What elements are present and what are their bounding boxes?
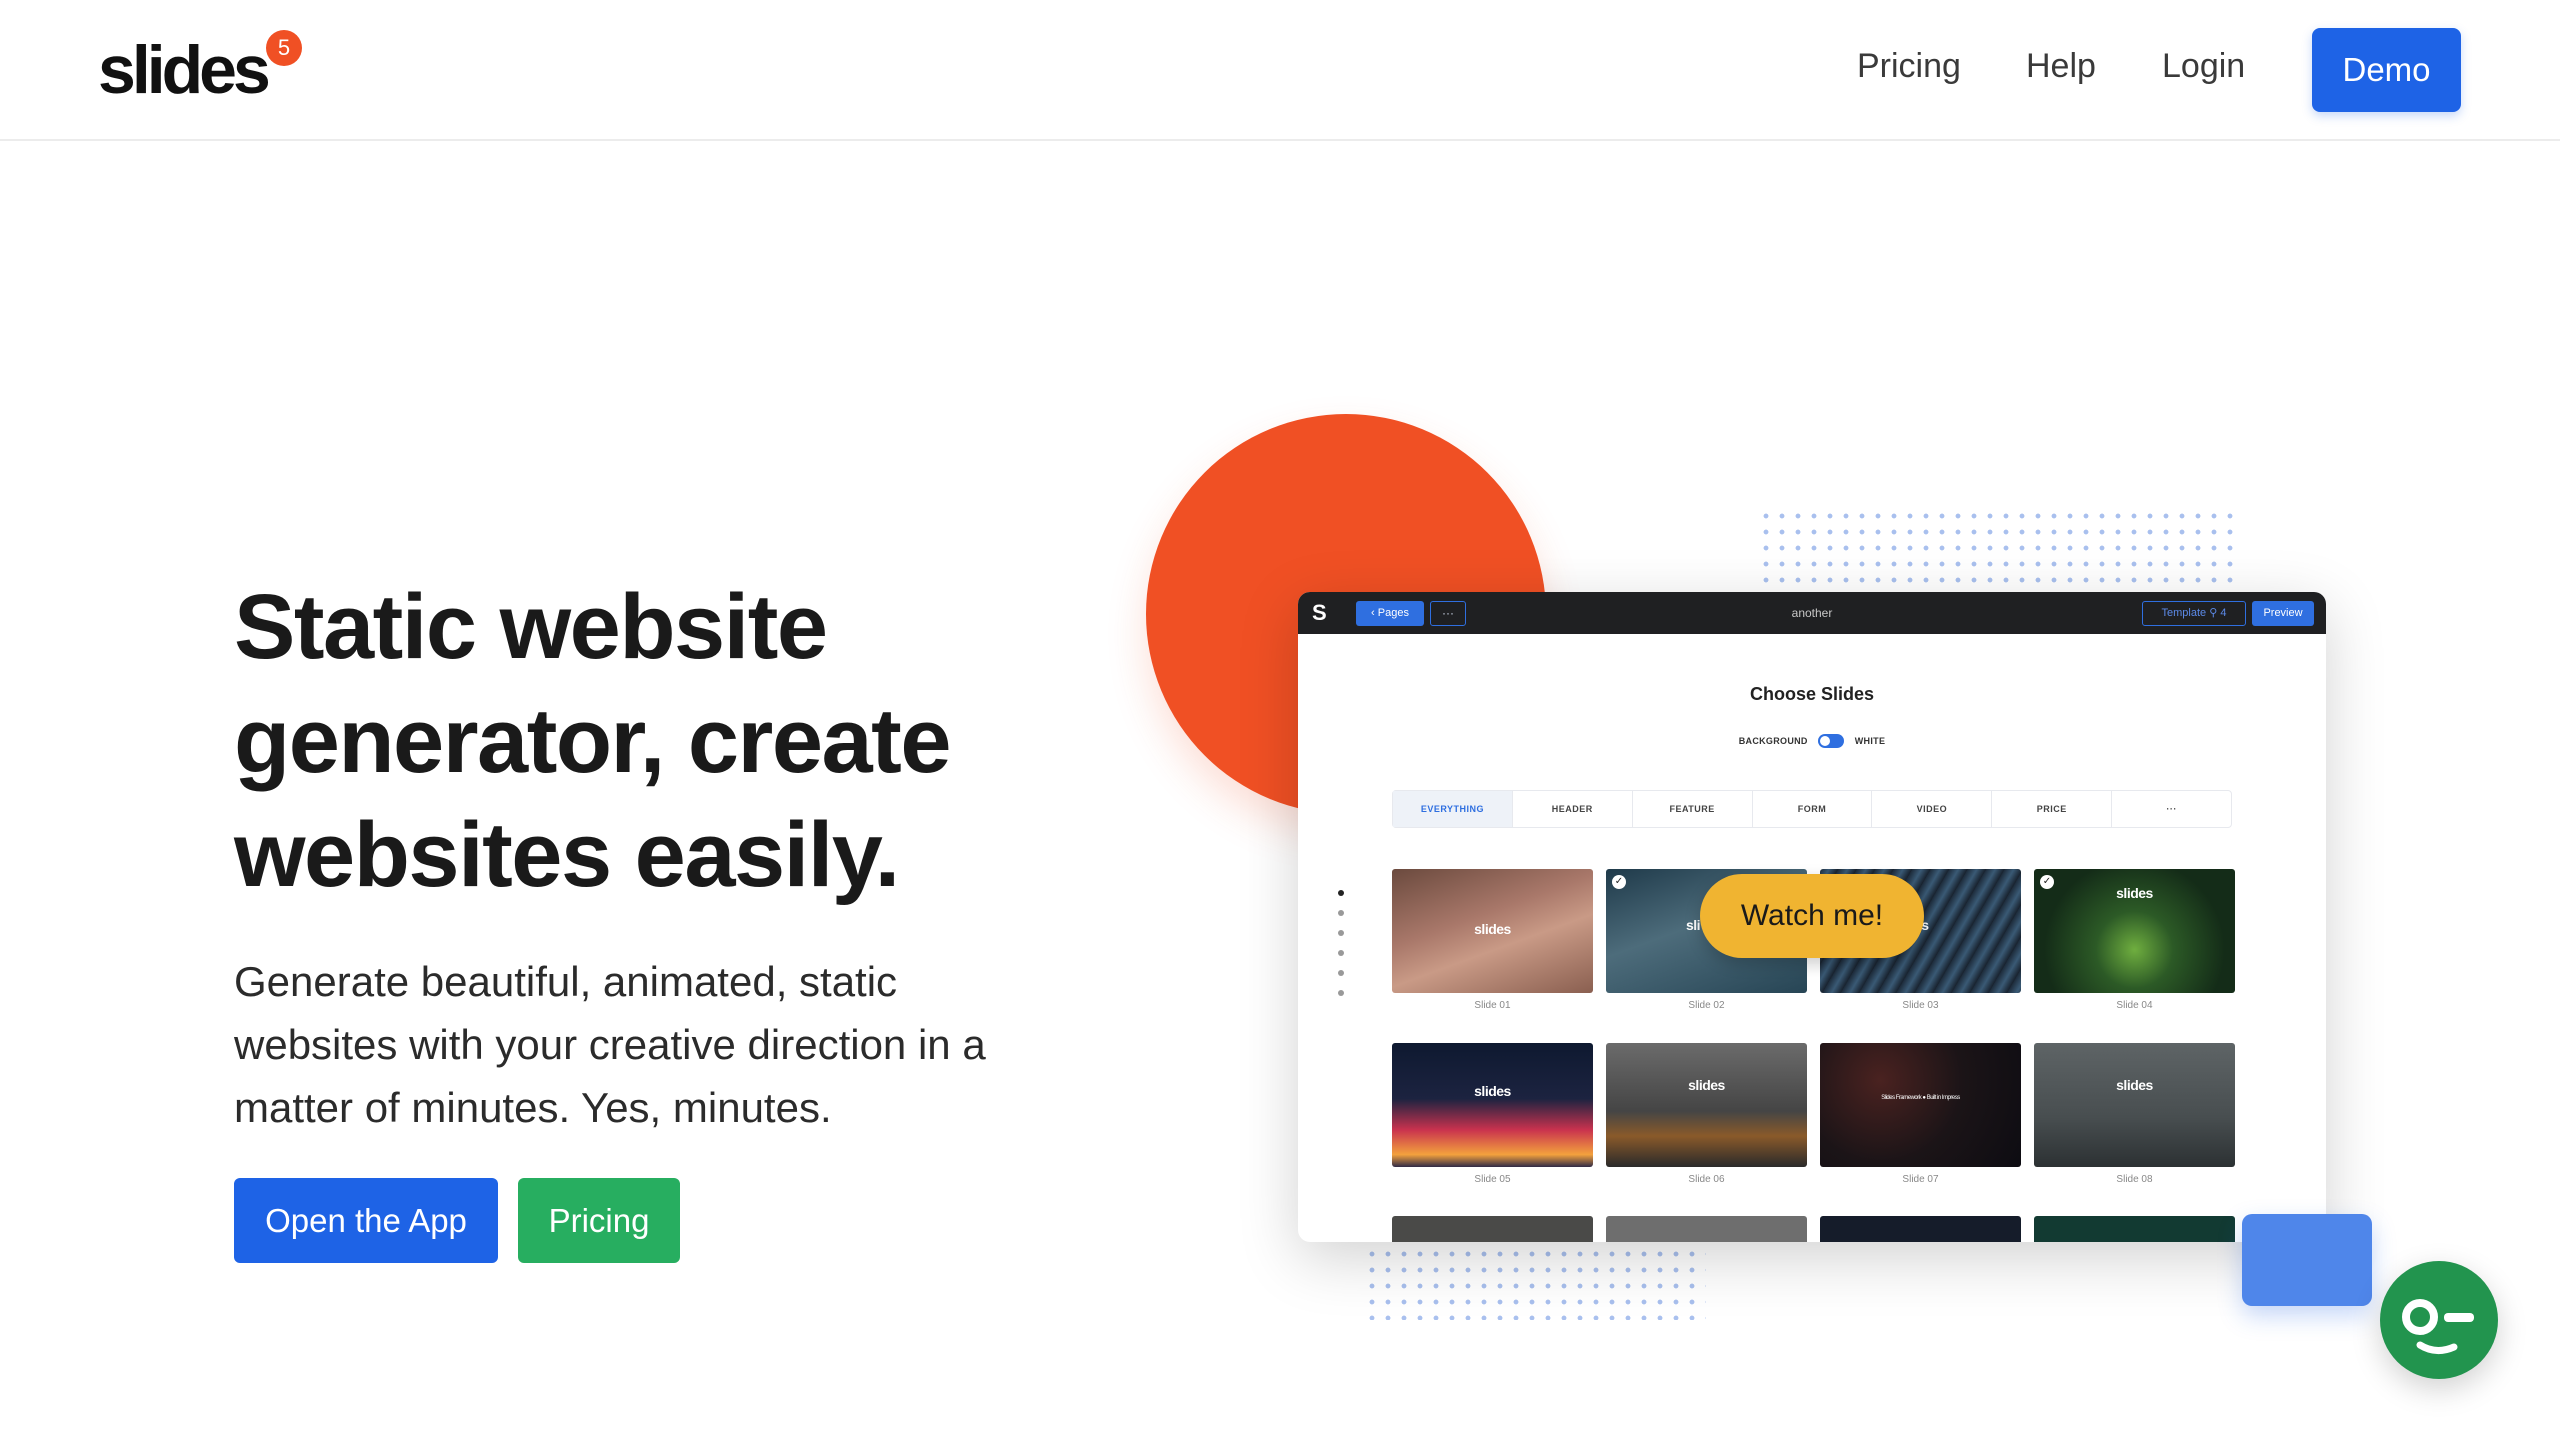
background-toggle-row: BACKGROUND WHITE xyxy=(1298,730,2326,750)
tab-header: HEADER xyxy=(1513,791,1633,827)
watch-me-button[interactable]: Watch me! xyxy=(1700,874,1924,958)
pricing-button[interactable]: Pricing xyxy=(518,1178,680,1263)
slide-thumbnail-text: slides xyxy=(1474,1083,1511,1099)
background-value: WHITE xyxy=(1854,735,1886,746)
preview-button: Preview xyxy=(2252,601,2314,626)
slide-thumbnail-text: slides xyxy=(1688,1077,1725,1093)
slide-thumbnail xyxy=(1820,1216,2021,1242)
nav-link-help[interactable]: Help xyxy=(2026,44,2096,88)
logo-wordmark: slides xyxy=(98,32,271,108)
hero-title: Static website generator, create website… xyxy=(234,570,1134,912)
slide-label: Slide 05 xyxy=(1474,1174,1511,1185)
nav-link-pricing[interactable]: Pricing xyxy=(1857,44,1961,88)
decorative-blue-tile xyxy=(2242,1214,2372,1306)
demo-button[interactable]: Demo xyxy=(2312,28,2461,112)
slide-thumbnail: ✓ slides xyxy=(2034,869,2235,993)
open-app-button[interactable]: Open the App xyxy=(234,1178,498,1263)
hero-subtitle: Generate beautiful, animated, static web… xyxy=(234,950,1134,1139)
slide-label: Slide 07 xyxy=(1902,1174,1939,1185)
slide-thumbnail-text: slides xyxy=(2116,885,2153,901)
chat-button[interactable] xyxy=(2380,1261,2498,1379)
slide-thumbnail xyxy=(1606,1216,1807,1242)
tab-video: VIDEO xyxy=(1872,791,1993,827)
tab-everything: EVERYTHING xyxy=(1393,791,1513,827)
pagination-dot xyxy=(1338,990,1344,996)
pagination-dot xyxy=(1338,930,1344,936)
top-navigation-bar: slides 5 Pricing Help Login Demo xyxy=(0,0,2560,141)
slides-logo[interactable]: slides 5 xyxy=(98,30,302,106)
slide-label: Slide 02 xyxy=(1688,1000,1725,1011)
choose-slides-heading: Choose Slides xyxy=(1749,684,1875,704)
background-label: BACKGROUND xyxy=(1738,735,1808,746)
hero-subtitle-line: Generate beautiful, animated, static xyxy=(234,958,898,1005)
slide-thumbnail-text: slides xyxy=(2116,1077,2153,1093)
slide-thumbnail: slides xyxy=(1392,869,1593,993)
slide-category-tabs: EVERYTHING HEADER FEATURE FORM VIDEO PRI… xyxy=(1392,790,2232,828)
slide-thumbnail-text: Slides Framework ● Built in Impress xyxy=(1881,1095,1960,1101)
slide-label: Slide 04 xyxy=(2116,1000,2153,1011)
pagination-dot xyxy=(1338,910,1344,916)
slide-label: Slide 01 xyxy=(1474,1000,1511,1011)
slide-label: Slide 08 xyxy=(2116,1174,2153,1185)
app-preview-titlebar: S ‹ Pages ··· another Template ⚲ 4 Previ… xyxy=(1298,592,2326,634)
decorative-dot-grid xyxy=(1364,1246,1706,1320)
side-pagination-dots xyxy=(1338,890,1346,1010)
tab-form: FORM xyxy=(1753,791,1873,827)
background-toggle xyxy=(1818,733,1845,748)
slide-thumbnail xyxy=(1392,1216,1593,1242)
slide-label: Slide 03 xyxy=(1902,1000,1939,1011)
nav-link-login[interactable]: Login xyxy=(2162,44,2245,88)
slide-thumbnail-text: slides xyxy=(1474,921,1511,937)
slide-thumbnail: Slides Framework ● Built in Impress xyxy=(1820,1043,2021,1167)
hero-subtitle-line: matter of minutes. Yes, minutes. xyxy=(234,1084,832,1131)
pagination-dot xyxy=(1338,970,1344,976)
tab-more: ··· xyxy=(2166,804,2177,814)
hero-title-line: generator, create xyxy=(234,690,951,792)
slide-thumbnail: slides xyxy=(1606,1043,1807,1167)
hero-subtitle-line: websites with your creative direction in… xyxy=(234,1021,986,1068)
hero-title-line: Static website xyxy=(234,576,828,678)
decorative-dot-grid xyxy=(1758,508,2238,586)
check-icon: ✓ xyxy=(1612,875,1626,889)
pagination-dot xyxy=(1338,890,1344,896)
tab-price: PRICE xyxy=(1992,791,2113,827)
app-preview-logo: S xyxy=(1312,600,1327,625)
slide-thumbnail: slides xyxy=(2034,1043,2235,1167)
slide-thumbnail: slides xyxy=(1392,1043,1593,1167)
template-button: Template ⚲ 4 xyxy=(2142,601,2246,626)
slide-thumbnail xyxy=(2034,1216,2235,1242)
pages-button: ‹ Pages xyxy=(1356,601,1424,626)
slide-label: Slide 06 xyxy=(1688,1174,1725,1185)
chat-icon xyxy=(2402,1299,2474,1354)
logo-badge: 5 xyxy=(266,30,302,66)
more-options-button: ··· xyxy=(1430,601,1466,626)
document-title: another xyxy=(1791,606,1833,620)
pagination-dot xyxy=(1338,950,1344,956)
hero-title-line: websites easily. xyxy=(234,804,900,906)
tab-feature: FEATURE xyxy=(1633,791,1753,827)
